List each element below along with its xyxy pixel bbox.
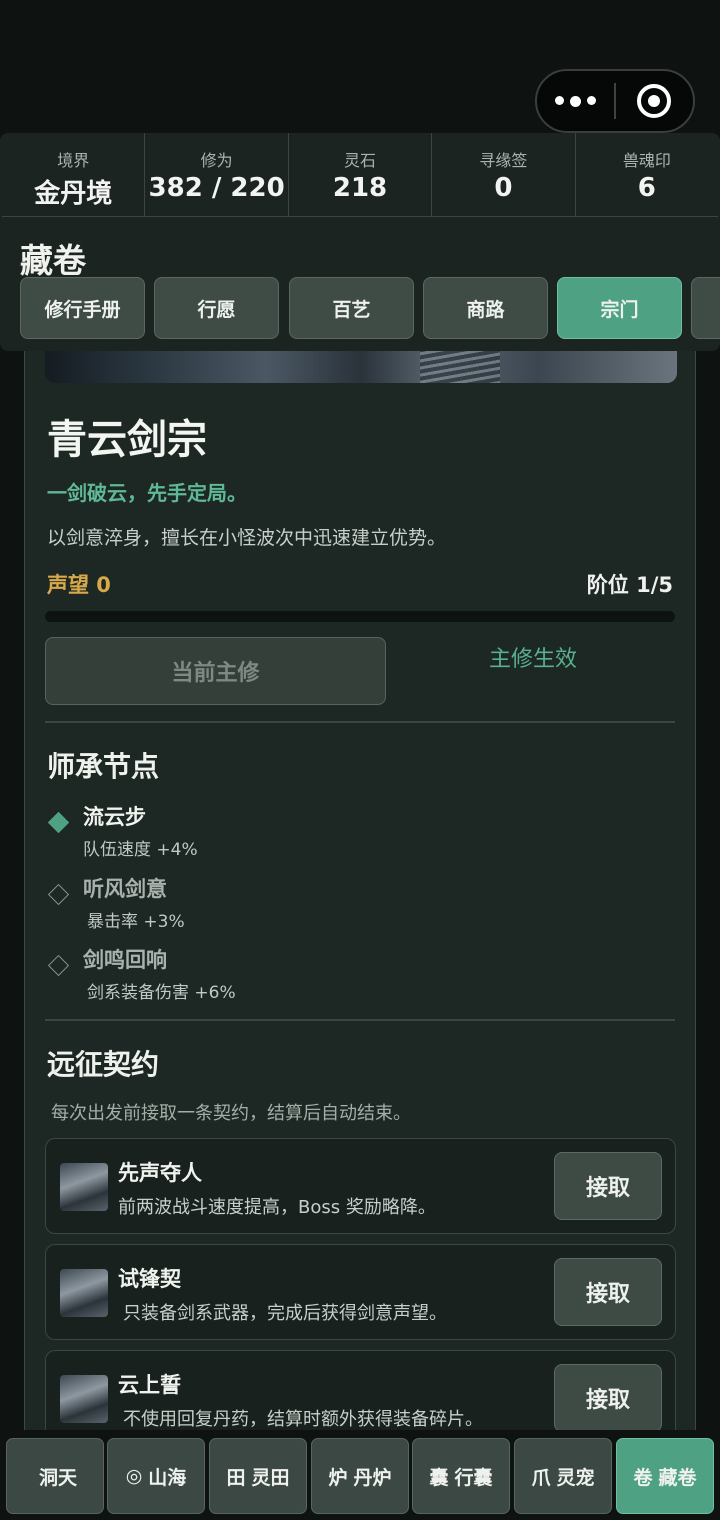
page-title: 藏卷 — [20, 241, 86, 280]
top-header: 境界 金丹境 修为 382 / 220 灵石 218 寻缘签 0 兽魂印 6 藏… — [0, 133, 720, 351]
contract-item: 试锋契 只装备剑系武器，完成后获得剑意声望。 接取 — [45, 1244, 676, 1340]
tab-handbook[interactable]: 修行手册 — [20, 277, 145, 339]
nav-archive[interactable]: 卷 藏卷 — [616, 1438, 714, 1514]
contract-name: 云上誓 — [118, 1373, 181, 1397]
node-bonus: 剑系装备伤害 +6% — [87, 983, 236, 1003]
prestige-label: 声望 0 — [47, 573, 111, 597]
node-bonus: 暴击率 +3% — [87, 912, 185, 932]
diamond-outline-icon — [47, 954, 70, 977]
stat-spirit-stone: 灵石 218 — [289, 133, 433, 216]
stat-value: 218 — [332, 173, 388, 203]
nav-mountain-sea[interactable]: ◎ 山海 — [107, 1438, 205, 1514]
node-name: 剑鸣回响 — [83, 948, 167, 972]
contract-name: 试锋契 — [118, 1267, 181, 1291]
nav-label: 灵田 — [251, 1466, 290, 1489]
tab-crafts[interactable]: 百艺 — [289, 277, 414, 339]
tab-sect[interactable]: 宗门 — [557, 277, 682, 339]
circle-target-icon: ◎ — [125, 1465, 143, 1487]
contract-name: 先声夺人 — [118, 1161, 202, 1185]
nav-bag[interactable]: 囊 行囊 — [412, 1438, 510, 1514]
nav-furnace[interactable]: 炉 丹炉 — [311, 1438, 409, 1514]
nav-label: 行囊 — [454, 1466, 493, 1489]
field-icon: 田 — [226, 1466, 246, 1489]
sect-description: 以剑意淬身，擅长在小怪波次中迅速建立优势。 — [47, 527, 447, 549]
stat-value: 382 / 220 — [148, 173, 285, 203]
stat-value: 金丹境 — [34, 179, 113, 209]
mentor-node[interactable]: 听风剑意 暴击率 +3% — [45, 873, 645, 933]
contract-thumbnail — [60, 1269, 108, 1317]
accept-contract-button[interactable]: 接取 — [554, 1258, 662, 1326]
mentor-node[interactable]: 流云步 队伍速度 +4% — [45, 801, 645, 861]
stat-label: 兽魂印 — [622, 151, 671, 170]
tab-trade[interactable]: 商路 — [423, 277, 548, 339]
stat-beast-seal: 兽魂印 6 — [576, 133, 718, 216]
contract-desc: 前两波战斗速度提高，Boss 奖励略降。 — [118, 1197, 436, 1218]
node-bonus: 队伍速度 +4% — [83, 840, 198, 860]
nav-label: 洞天 — [38, 1466, 77, 1489]
contract-thumbnail — [60, 1163, 108, 1211]
nav-label: 灵宠 — [556, 1466, 595, 1489]
bag-icon: 囊 — [429, 1466, 449, 1489]
nav-pet[interactable]: 爪 灵宠 — [514, 1438, 612, 1514]
nav-cave[interactable]: 洞天 — [6, 1438, 104, 1514]
stat-cultivation: 修为 382 / 220 — [145, 133, 289, 216]
nav-spirit-field[interactable]: 田 灵田 — [209, 1438, 307, 1514]
furnace-icon: 炉 — [328, 1466, 348, 1489]
contract-desc: 不使用回复丹药，结算时额外获得装备碎片。 — [123, 1409, 483, 1430]
tab-vows[interactable]: 行愿 — [154, 277, 279, 339]
stat-realm: 境界 金丹境 — [2, 133, 146, 216]
divider — [45, 721, 675, 723]
mentor-node[interactable]: 剑鸣回响 剑系装备伤害 +6% — [45, 944, 645, 1004]
sect-card: 青云剑宗 一剑破云，先手定局。 以剑意淬身，擅长在小怪波次中迅速建立优势。 声望… — [24, 300, 696, 1500]
contract-desc: 只装备剑系武器，完成后获得剑意声望。 — [123, 1303, 447, 1324]
diamond-filled-icon — [47, 811, 70, 834]
nav-label: 山海 — [148, 1466, 187, 1489]
stat-label: 寻缘签 — [479, 151, 528, 170]
stats-bar: 境界 金丹境 修为 382 / 220 灵石 218 寻缘签 0 兽魂印 6 — [2, 133, 718, 217]
tab-more[interactable] — [691, 277, 720, 339]
main-effect-label: 主修生效 — [489, 647, 578, 672]
sect-name: 青云剑宗 — [47, 417, 207, 463]
stat-value: 0 — [494, 173, 513, 203]
accept-contract-button[interactable]: 接取 — [554, 1364, 662, 1432]
mentor-title: 师承节点 — [47, 750, 160, 783]
stat-fortune-tag: 寻缘签 0 — [432, 133, 576, 216]
prestige-progress-bar — [45, 611, 675, 622]
accept-contract-button[interactable]: 接取 — [554, 1152, 662, 1220]
target-circle-icon[interactable] — [616, 84, 693, 118]
rank-label: 阶位 1/5 — [586, 573, 673, 597]
contracts-title: 远征契约 — [47, 1048, 160, 1081]
contracts-hint: 每次出发前接取一条契约，结算后自动结束。 — [51, 1103, 411, 1124]
miniprogram-capsule — [535, 69, 695, 133]
node-name: 流云步 — [83, 805, 146, 829]
nav-label: 丹炉 — [353, 1466, 392, 1489]
contract-item: 先声夺人 前两波战斗速度提高，Boss 奖励略降。 接取 — [45, 1138, 676, 1234]
tab-bar: 修行手册 行愿 百艺 商路 宗门 — [20, 277, 720, 341]
claw-icon: 爪 — [531, 1466, 551, 1489]
diamond-outline-icon — [47, 883, 70, 906]
stat-label: 灵石 — [344, 151, 377, 170]
nav-label: 藏卷 — [658, 1466, 697, 1489]
sect-motto: 一剑破云，先手定局。 — [47, 481, 247, 505]
scroll-icon: 卷 — [633, 1466, 653, 1489]
stat-value: 6 — [637, 173, 656, 203]
stat-label: 修为 — [200, 151, 233, 170]
contract-thumbnail — [60, 1375, 108, 1423]
current-main-button[interactable]: 当前主修 — [45, 637, 386, 705]
stat-label: 境界 — [57, 151, 90, 170]
bottom-nav: 洞天 ◎ 山海 田 灵田 炉 丹炉 囊 行囊 爪 灵宠 卷 藏卷 — [0, 1430, 720, 1520]
divider — [45, 1019, 675, 1021]
node-name: 听风剑意 — [83, 877, 167, 901]
more-dots-icon[interactable] — [537, 95, 614, 107]
